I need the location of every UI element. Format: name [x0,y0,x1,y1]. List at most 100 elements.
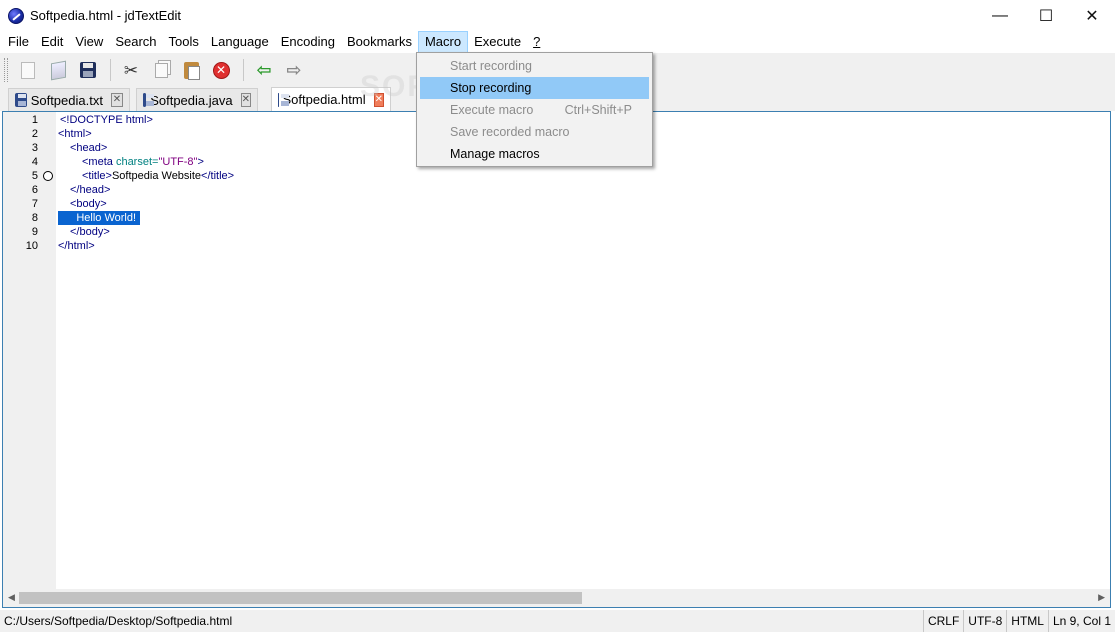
toolbar-grip[interactable] [4,58,8,82]
menu-encoding[interactable]: Encoding [275,31,341,53]
cursor-position-status: Ln 9, Col 1 [1047,610,1115,632]
window-controls: — ☐ ✕ [977,0,1115,31]
menu-tools[interactable]: Tools [163,31,205,53]
line-number: 3 [31,142,38,154]
copy-icon [154,62,168,78]
cut-button[interactable]: ✂ [117,57,145,83]
file-icon [15,93,27,107]
code-line-8-selected: Hello World! [58,211,141,225]
line-number: 2 [31,128,38,140]
tag-token: <body> [70,198,107,210]
menu-bookmarks[interactable]: Bookmarks [341,31,418,53]
menu-help[interactable]: ? [527,31,546,53]
tag-token: > [197,156,204,168]
line-number: 7 [31,198,38,210]
undo-icon: ⇦ [256,60,272,80]
menu-language[interactable]: Language [205,31,275,53]
app-icon [8,7,24,24]
menu-search[interactable]: Search [109,31,162,53]
new-file-button[interactable] [14,57,42,83]
line-number: 8 [31,212,38,224]
code-line-3: <head> [70,141,107,155]
line-number-gutter[interactable]: 1 2 3 4 5 6 7 8 9 10 [3,112,56,589]
tag-token: <title> [82,170,112,182]
tab-close-icon[interactable]: ✕ [110,93,123,107]
scrollbar-thumb[interactable] [19,592,582,604]
code-editor[interactable]: 1 2 3 4 5 6 7 8 9 10 <!DOCTYPE html> <ht… [2,111,1111,608]
menu-bar: File Edit View Search Tools Language Enc… [0,31,1115,53]
code-line-1: <!DOCTYPE html> [60,113,153,127]
maximize-button[interactable]: ☐ [1023,0,1069,31]
toolbar-separator [243,59,244,81]
minimize-button[interactable]: — [977,0,1023,31]
manage-macros-item[interactable]: Manage macros [417,143,652,165]
status-bar: C:/Users/Softpedia/Desktop/Softpedia.htm… [0,610,1115,632]
file-icon [143,93,155,107]
tag-token: <meta [82,156,113,168]
tag-token: </html> [58,240,95,252]
text-token: Softpedia Website [111,170,202,182]
code-line-10: </html> [58,239,95,253]
menu-macro[interactable]: Macro [417,31,469,53]
tab-close-icon[interactable]: ✕ [373,92,384,107]
tab-close-icon[interactable]: ✕ [240,93,251,107]
save-recorded-macro-item[interactable]: Save recorded macro [417,121,652,143]
open-file-icon [50,60,66,80]
tab-softpedia-html[interactable]: Softpedia.html ✕ [271,87,391,111]
file-path: C:/Users/Softpedia/Desktop/Softpedia.htm… [4,614,233,628]
open-file-button[interactable] [44,57,72,83]
stop-recording-item[interactable]: Stop recording [420,77,649,99]
undo-button[interactable]: ⇦ [250,57,278,83]
menu-execute[interactable]: Execute [468,31,527,53]
menu-item-label: Manage macros [450,147,540,161]
tab-softpedia-txt[interactable]: Softpedia.txt ✕ [8,88,130,111]
close-file-button[interactable]: ✕ [207,57,235,83]
paste-button[interactable] [177,57,205,83]
tab-label: Softpedia.html [282,92,366,107]
tag-token: <!DOCTYPE [60,114,123,126]
tag-token: </body> [70,226,110,238]
window-title: Softpedia.html - jdTextEdit [30,8,182,23]
tag-token: <head> [70,142,108,154]
title-bar: Softpedia.html - jdTextEdit — ☐ ✕ [0,0,1115,31]
macro-dropdown-menu: Start recording Stop recording Execute m… [416,52,653,167]
encoding-status[interactable]: UTF-8 [963,610,1006,632]
line-number: 1 [31,114,38,126]
scroll-left-icon[interactable]: ◀ [8,592,15,603]
close-window-button[interactable]: ✕ [1069,0,1115,31]
save-icon [80,62,96,78]
tag-token: <html> [58,128,92,140]
bookmark-icon[interactable] [43,171,53,181]
scroll-right-icon[interactable]: ▶ [1098,592,1105,603]
line-number: 5 [31,170,38,182]
redo-button[interactable]: ⇨ [280,57,308,83]
line-number: 10 [25,240,38,252]
language-status[interactable]: HTML [1006,610,1048,632]
line-number: 9 [31,226,38,238]
tag-token: html [122,114,147,126]
start-recording-item[interactable]: Start recording [417,55,652,77]
toolbar-separator [110,59,111,81]
execute-macro-item[interactable]: Execute macro Ctrl+Shift+P [417,99,652,121]
tab-softpedia-java[interactable]: Softpedia.java ✕ [136,88,258,111]
redo-icon: ⇨ [286,60,302,80]
code-line-6: </head> [70,183,110,197]
code-line-4: <meta charset="UTF-8"> [82,155,204,169]
status-cells: CRLF UTF-8 HTML Ln 9, Col 1 [922,610,1115,632]
close-file-icon: ✕ [212,61,230,79]
menu-file[interactable]: File [2,31,35,53]
string-token: "UTF-8" [158,156,198,168]
line-ending-status[interactable]: CRLF [922,610,963,632]
line-number: 4 [31,156,38,168]
menu-view[interactable]: View [69,31,109,53]
tag-token: > [146,114,153,126]
attribute-token: charset [112,156,153,168]
file-icon [278,92,284,107]
horizontal-scrollbar[interactable]: ◀ ▶ [3,589,1110,607]
menu-item-label: Start recording [450,59,532,73]
tab-label: Softpedia.java [150,92,233,108]
copy-button[interactable] [147,57,175,83]
menu-edit[interactable]: Edit [35,31,69,53]
save-button[interactable] [74,57,102,83]
menu-item-label: Stop recording [450,81,532,95]
